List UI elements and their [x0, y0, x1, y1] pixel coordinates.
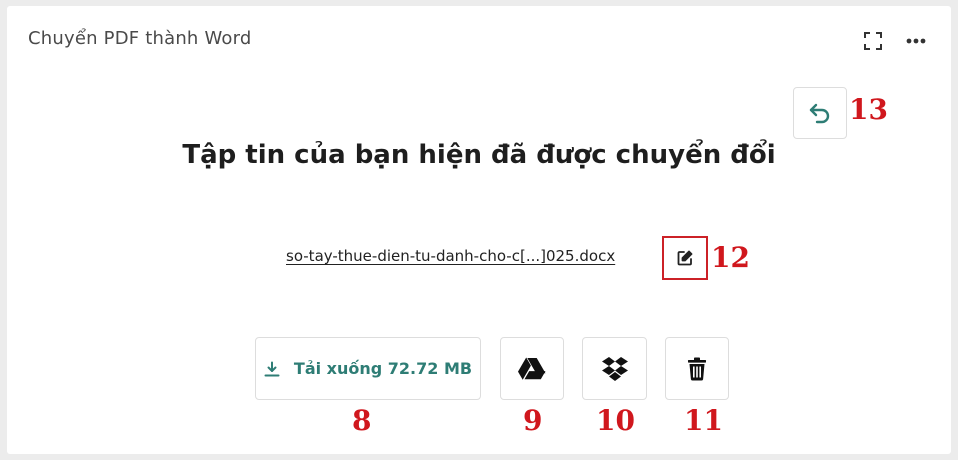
trash-icon: [688, 357, 706, 381]
download-button[interactable]: Tải xuống 72.72 MB: [255, 337, 481, 400]
edit-icon: [677, 250, 693, 266]
more-horizontal-icon: [906, 38, 926, 44]
more-options-button[interactable]: [905, 30, 927, 52]
rename-file-button[interactable]: [662, 236, 708, 280]
annotation-marker-12: 12: [711, 241, 750, 274]
annotation-marker-13: 13: [849, 93, 888, 126]
undo-icon: [809, 103, 830, 124]
download-label: Tải xuống 72.72 MB: [293, 359, 473, 378]
download-icon: [264, 361, 280, 376]
delete-file-button[interactable]: [665, 337, 729, 400]
annotation-marker-8: 8: [352, 404, 372, 437]
expand-button[interactable]: [862, 30, 884, 52]
annotation-marker-10: 10: [596, 404, 635, 437]
converter-card: Chuyển PDF thành Word Tập tin của bạn hi…: [7, 6, 951, 454]
conversion-complete-heading: Tập tin của bạn hiện đã được chuyển đổi: [182, 140, 776, 170]
save-to-dropbox-button[interactable]: [582, 337, 647, 400]
converted-file-link[interactable]: so-tay-thue-dien-tu-danh-cho-c[...]025.d…: [286, 247, 615, 265]
card-title: Chuyển PDF thành Word: [28, 28, 252, 49]
annotation-marker-9: 9: [523, 404, 543, 437]
annotation-marker-11: 11: [684, 404, 723, 437]
google-drive-icon: [518, 357, 546, 380]
save-to-google-drive-button[interactable]: [500, 337, 564, 400]
dropbox-icon: [601, 356, 628, 381]
expand-icon: [864, 32, 882, 50]
undo-button[interactable]: [793, 87, 847, 139]
